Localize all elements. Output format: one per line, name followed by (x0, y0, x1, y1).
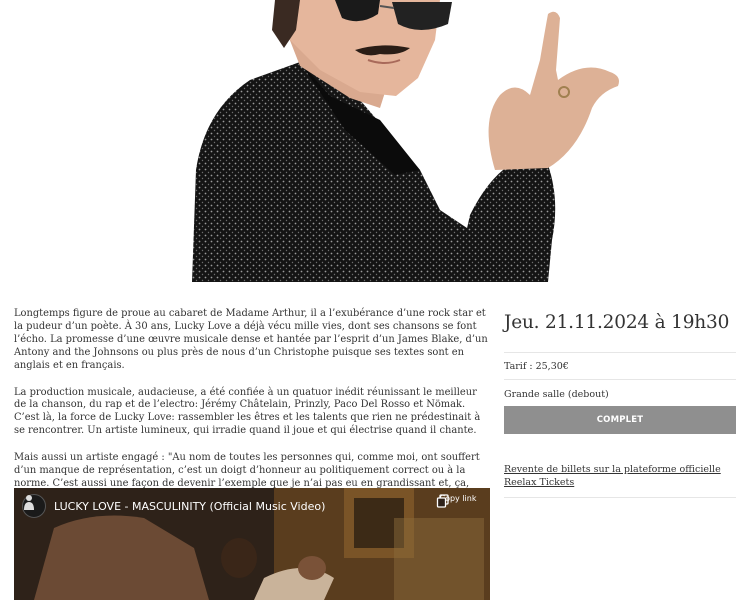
description-paragraph-1: Longtemps figure de proue au cabaret de … (14, 308, 488, 371)
sold-out-button[interactable]: COMPLET (504, 406, 736, 434)
event-venue: Grande salle (debout) (504, 389, 609, 400)
channel-avatar[interactable] (22, 494, 46, 518)
divider (504, 352, 736, 353)
hero-image (0, 0, 750, 290)
video-title[interactable]: LUCKY LOVE - MASCULINITY (Official Music… (54, 500, 325, 513)
description-paragraph-2: La production musicale, audacieuse, a ét… (14, 386, 481, 437)
artist-photo (192, 0, 619, 282)
event-info-panel: Jeu. 21.11.2024 à 19h30 Tarif : 25,30€ G… (504, 308, 736, 498)
event-description: Longtemps figure de proue au cabaret de … (14, 308, 492, 518)
copy-link-button[interactable]: Copy link (436, 494, 480, 508)
youtube-video-embed[interactable]: LUCKY LOVE - MASCULINITY (Official Music… (14, 488, 490, 600)
divider (504, 497, 736, 498)
divider (504, 379, 736, 380)
video-header: LUCKY LOVE - MASCULINITY (Official Music… (22, 494, 325, 518)
event-date: Jeu. 21.11.2024 à 19h30 (504, 312, 730, 333)
resale-tickets-link[interactable]: Revente de billets sur la plateforme off… (504, 464, 736, 489)
copy-icon (436, 494, 449, 508)
event-price: Tarif : 25,30€ (504, 361, 569, 372)
person-icon (24, 495, 34, 510)
